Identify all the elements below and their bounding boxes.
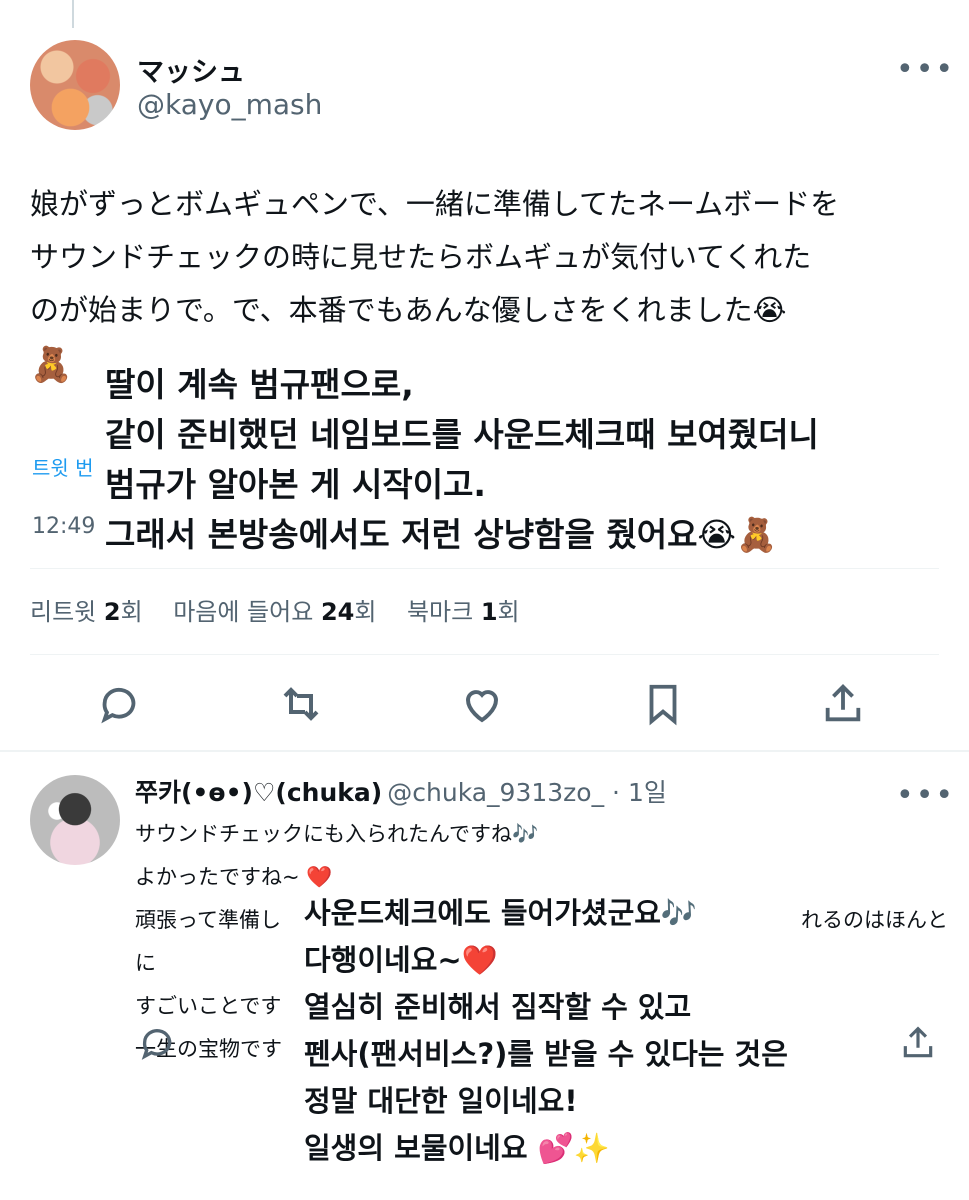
- divider: [30, 654, 939, 655]
- reply-text-line: サウンドチェックにも入られたんですね🎶: [135, 822, 539, 846]
- reply-author-handle[interactable]: @chuka_9313zo_ · 1일: [387, 778, 667, 807]
- bookmark-icon[interactable]: [635, 676, 691, 732]
- overlay-line: 정말 대단한 일이네요!: [304, 1084, 578, 1118]
- overlay-line: 펜사(팬서비스?)를 받을 수 있다는 것은: [304, 1037, 788, 1071]
- tweet-text-line: 娘がずっとボムギュペンで、一緒に準備してたネームボードを: [30, 187, 840, 221]
- overlay-line: 그래서 본방송에서도 저런 상냥함을 줬어요😭🧸: [105, 515, 778, 554]
- like-icon[interactable]: [454, 676, 510, 732]
- bookmark-stat[interactable]: 북마크 1회: [407, 598, 520, 626]
- retweet-unit: 회: [120, 598, 143, 626]
- tweet-timestamp[interactable]: 12:49: [32, 514, 95, 539]
- reply-author-avatar[interactable]: [30, 775, 120, 865]
- bookmark-unit: 회: [497, 598, 520, 626]
- overlay-line: 열심히 준비해서 짐작할 수 있고: [304, 990, 692, 1024]
- tweet-stats: 리트윗 2회 마음에 들어요 24회 북마크 1회: [30, 592, 520, 627]
- tweet-text: 娘がずっとボムギュペンで、一緒に準備してたネームボードを サウンドチェックの時に…: [30, 178, 930, 337]
- share-icon[interactable]: [890, 1015, 946, 1071]
- divider: [0, 750, 969, 752]
- overlay-line: 같이 준비했던 네임보드를 사운드체크때 보여줬더니: [105, 415, 819, 454]
- retweet-icon[interactable]: [273, 676, 329, 732]
- more-dots-icon[interactable]: •••: [896, 52, 955, 87]
- overlay-line: 범규가 알아본 게 시작이고.: [105, 465, 486, 504]
- author-avatar[interactable]: [30, 40, 120, 130]
- thread-connector-line: [72, 0, 74, 28]
- korean-translation-overlay: 딸이 계속 범규팬으로, 같이 준비했던 네임보드를 사운드체크때 보여줬더니 …: [95, 360, 829, 560]
- bookmark-count: 1: [480, 598, 498, 626]
- retweet-stat-label: 리트윗: [30, 598, 104, 626]
- retweet-count: 2: [103, 598, 121, 626]
- reply-author-name[interactable]: 쭈카(•ө•)♡(chuka): [135, 778, 382, 807]
- bear-emoji: 🧸: [30, 345, 73, 385]
- like-stat[interactable]: 마음에 들어요 24회: [173, 598, 376, 626]
- author-name[interactable]: マッシュ: [137, 50, 245, 89]
- author-handle[interactable]: @kayo_mash: [137, 88, 322, 121]
- tweet-text-line: サウンドチェックの時に見せたらボムギュが気付いてくれた: [30, 240, 812, 274]
- like-unit: 회: [354, 598, 377, 626]
- reply-icon[interactable]: [130, 1015, 186, 1071]
- more-dots-icon[interactable]: •••: [896, 778, 955, 813]
- overlay-line: 다행이네요~❤️: [304, 943, 498, 977]
- overlay-line: 딸이 계속 범규팬으로,: [105, 365, 414, 404]
- tweet-text-line: のが始まりで。で、本番でもあんな優しさをくれました😭: [30, 293, 787, 327]
- translate-link[interactable]: 트윗 번: [32, 452, 94, 481]
- share-icon[interactable]: [815, 676, 871, 732]
- reply-korean-translation-overlay: 사운드체크에도 들어가셨군요🎶 다행이네요~❤️ 열심히 준비해서 짐작할 수 …: [298, 890, 794, 1172]
- like-count: 24: [320, 598, 355, 626]
- reply-text-start: 頑張って準備し: [135, 908, 281, 932]
- divider: [30, 568, 939, 569]
- overlay-line: 사운드체크에도 들어가셨군요🎶: [304, 896, 698, 930]
- retweet-stat[interactable]: 리트윗 2회: [30, 598, 143, 626]
- reply-header: 쭈카(•ө•)♡(chuka) @chuka_9313zo_ · 1일: [135, 773, 667, 809]
- like-stat-label: 마음에 들어요: [173, 598, 321, 626]
- reply-icon[interactable]: [92, 676, 148, 732]
- bookmark-stat-label: 북마크: [406, 598, 481, 626]
- overlay-line: 일생의 보물이네요 💕✨: [304, 1131, 610, 1165]
